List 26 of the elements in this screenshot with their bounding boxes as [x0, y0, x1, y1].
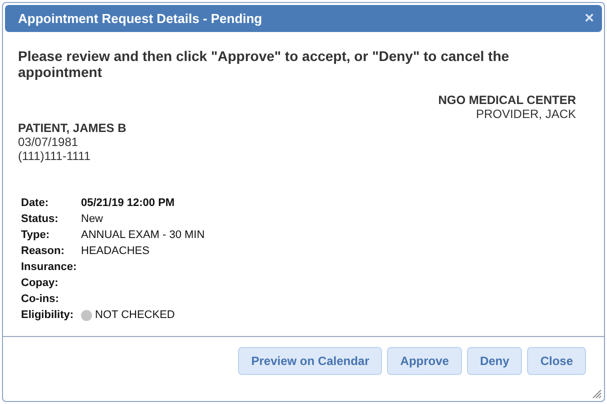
field-value: 05/21/19 12:00 PM — [81, 196, 175, 211]
provider-name: PROVIDER, JACK — [476, 107, 576, 121]
resize-grip-icon[interactable] — [592, 389, 602, 399]
field-label: Insurance: — [21, 260, 78, 275]
close-icon[interactable]: × — [584, 10, 594, 26]
dialog-button[interactable]: Preview on Calendar — [238, 347, 382, 375]
field-label: Copay: — [21, 276, 60, 291]
dialog-title: Appointment Request Details - Pending — [18, 11, 262, 26]
patient-phone: (111)111-1111 — [18, 149, 90, 163]
field-label: Reason: — [21, 244, 66, 259]
dialog-button[interactable]: Approve — [387, 347, 462, 375]
dialog-button[interactable]: Deny — [466, 347, 522, 375]
field-label: Co-ins: — [21, 292, 60, 307]
field-label: Date: — [21, 196, 50, 211]
field-value: HEADACHES — [81, 244, 150, 259]
patient-dob: 03/07/1981 — [18, 135, 78, 149]
field-value: New — [81, 212, 104, 227]
facility-name: NGO MEDICAL CENTER — [438, 93, 576, 107]
field-label: Status: — [21, 212, 60, 227]
field-label: Type: — [21, 228, 51, 243]
patient-name: PATIENT, JAMES B — [18, 121, 126, 135]
field-value: ANNUAL EXAM - 30 MIN — [81, 228, 205, 243]
field-label: Eligibility: — [21, 308, 75, 323]
dialog-button[interactable]: Close — [527, 347, 586, 375]
field-value: NOT CHECKED — [95, 308, 175, 323]
instructions-text: Please review and then click "Approve" to accept, or "Deny" to cancel the appointment — [18, 48, 510, 80]
